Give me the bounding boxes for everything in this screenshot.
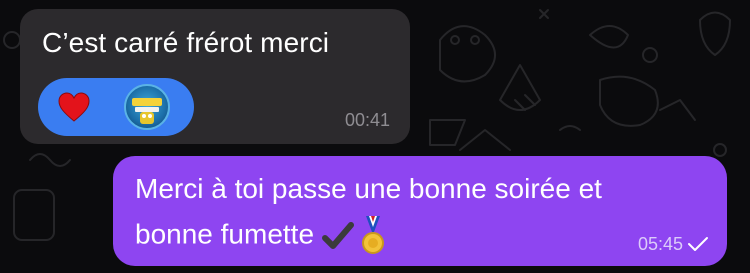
incoming-message-text: C’est carré frérot merci [42, 27, 330, 58]
outgoing-message-bubble[interactable]: Merci à toi passe une bonne soirée et bo… [113, 156, 727, 266]
outgoing-message-time: 05:45 [637, 234, 683, 254]
reaction-pill[interactable] [38, 78, 194, 136]
incoming-message-bubble[interactable]: C’est carré frérot merci 00:41 [20, 9, 410, 144]
single-check-icon [688, 237, 708, 251]
medal-icon [362, 216, 385, 254]
red-heart-icon [58, 92, 90, 122]
outgoing-message-line-1: Merci à toi passe une bonne soirée et [135, 173, 602, 204]
heavy-check-mark-icon [322, 222, 355, 249]
outgoing-message-line-2-text: bonne fumette [135, 218, 315, 250]
outgoing-message-line-2: bonne fumette [135, 216, 386, 256]
incoming-message-time: 00:41 [344, 110, 390, 130]
sticker-avatar-icon [124, 84, 170, 130]
